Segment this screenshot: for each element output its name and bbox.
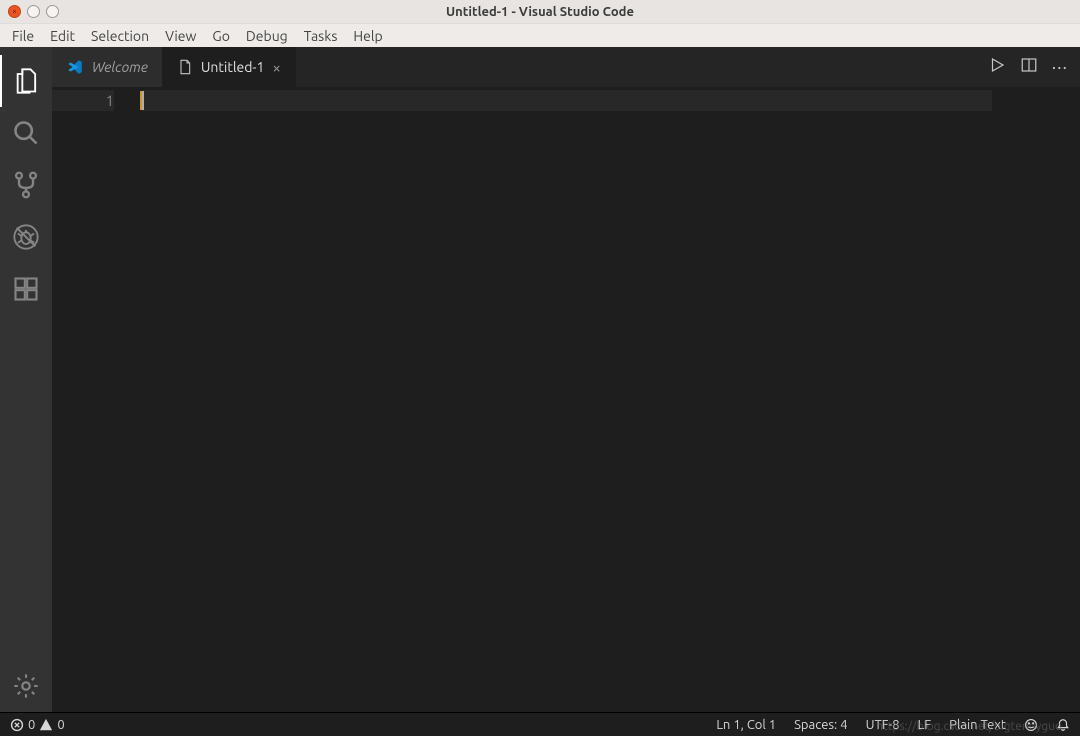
window-title: Untitled-1 - Visual Studio Code bbox=[446, 5, 634, 19]
active-line[interactable] bbox=[142, 90, 992, 111]
vscode-icon bbox=[66, 58, 84, 76]
menubar: File Edit Selection View Go Debug Tasks … bbox=[0, 23, 1080, 47]
extensions-icon bbox=[12, 275, 40, 303]
menu-selection[interactable]: Selection bbox=[83, 26, 157, 46]
status-indentation[interactable]: Spaces: 4 bbox=[794, 718, 847, 732]
activity-explorer[interactable] bbox=[0, 55, 52, 107]
status-warnings-count: 0 bbox=[57, 718, 64, 732]
bell-icon bbox=[1056, 718, 1070, 732]
window-close-button[interactable]: × bbox=[8, 5, 21, 18]
warning-icon bbox=[39, 718, 53, 732]
status-feedback[interactable] bbox=[1024, 718, 1038, 732]
menu-view[interactable]: View bbox=[157, 26, 204, 46]
status-encoding[interactable]: UTF-8 bbox=[866, 718, 900, 732]
menu-edit[interactable]: Edit bbox=[42, 26, 83, 46]
search-icon bbox=[12, 119, 40, 147]
status-errors[interactable]: 0 bbox=[10, 718, 35, 732]
activity-settings[interactable] bbox=[0, 660, 52, 712]
activity-bar bbox=[0, 47, 52, 712]
menu-tasks[interactable]: Tasks bbox=[296, 26, 346, 46]
main-area: Welcome Untitled-1 × bbox=[0, 47, 1080, 712]
smiley-icon bbox=[1024, 718, 1038, 732]
menu-go[interactable]: Go bbox=[204, 26, 237, 46]
os-titlebar: × Untitled-1 - Visual Studio Code bbox=[0, 0, 1080, 23]
activity-extensions[interactable] bbox=[0, 263, 52, 315]
menu-help[interactable]: Help bbox=[345, 26, 390, 46]
split-icon bbox=[1020, 56, 1038, 74]
more-actions-button[interactable]: ··· bbox=[1052, 57, 1068, 77]
status-notifications[interactable] bbox=[1056, 718, 1070, 732]
status-eol[interactable]: LF bbox=[918, 718, 931, 732]
activity-source-control[interactable] bbox=[0, 159, 52, 211]
tab-welcome[interactable]: Welcome bbox=[52, 47, 163, 87]
no-bug-icon bbox=[12, 223, 40, 251]
text-cursor bbox=[142, 91, 144, 110]
run-button[interactable] bbox=[988, 56, 1006, 78]
gear-icon bbox=[12, 672, 40, 700]
split-editor-button[interactable] bbox=[1020, 56, 1038, 78]
status-bar: 0 0 https://blog.csdn.net/bigtennyguo Ln… bbox=[0, 712, 1080, 736]
app-window: × Untitled-1 - Visual Studio Code File E… bbox=[0, 0, 1080, 736]
git-branch-icon bbox=[12, 171, 40, 199]
menu-file[interactable]: File bbox=[4, 26, 42, 46]
activity-search[interactable] bbox=[0, 107, 52, 159]
play-icon bbox=[988, 56, 1006, 74]
line-gutter: 1 bbox=[52, 87, 142, 712]
tab-untitled-1[interactable]: Untitled-1 × bbox=[163, 47, 296, 87]
file-icon bbox=[177, 59, 193, 75]
window-minimize-button[interactable] bbox=[27, 5, 40, 18]
tab-bar: Welcome Untitled-1 × bbox=[52, 47, 1080, 87]
files-icon bbox=[13, 67, 41, 95]
status-errors-count: 0 bbox=[28, 718, 35, 732]
tab-untitled-label: Untitled-1 bbox=[201, 59, 265, 75]
editor-area: Welcome Untitled-1 × bbox=[52, 47, 1080, 712]
editor-body[interactable]: 1 bbox=[52, 87, 1080, 712]
editor-tab-actions: ··· bbox=[976, 47, 1080, 87]
menu-debug[interactable]: Debug bbox=[238, 26, 296, 46]
status-cursor-position[interactable]: Ln 1, Col 1 bbox=[716, 718, 776, 732]
status-warnings[interactable]: 0 bbox=[39, 718, 64, 732]
error-icon bbox=[10, 718, 24, 732]
window-maximize-button[interactable] bbox=[46, 5, 59, 18]
tab-welcome-label: Welcome bbox=[92, 59, 148, 75]
activity-debug[interactable] bbox=[0, 211, 52, 263]
tab-close-button[interactable]: × bbox=[272, 59, 280, 76]
line-number-1: 1 bbox=[52, 90, 114, 111]
status-language-mode[interactable]: Plain Text bbox=[949, 718, 1006, 732]
code-viewport[interactable] bbox=[142, 87, 1080, 712]
